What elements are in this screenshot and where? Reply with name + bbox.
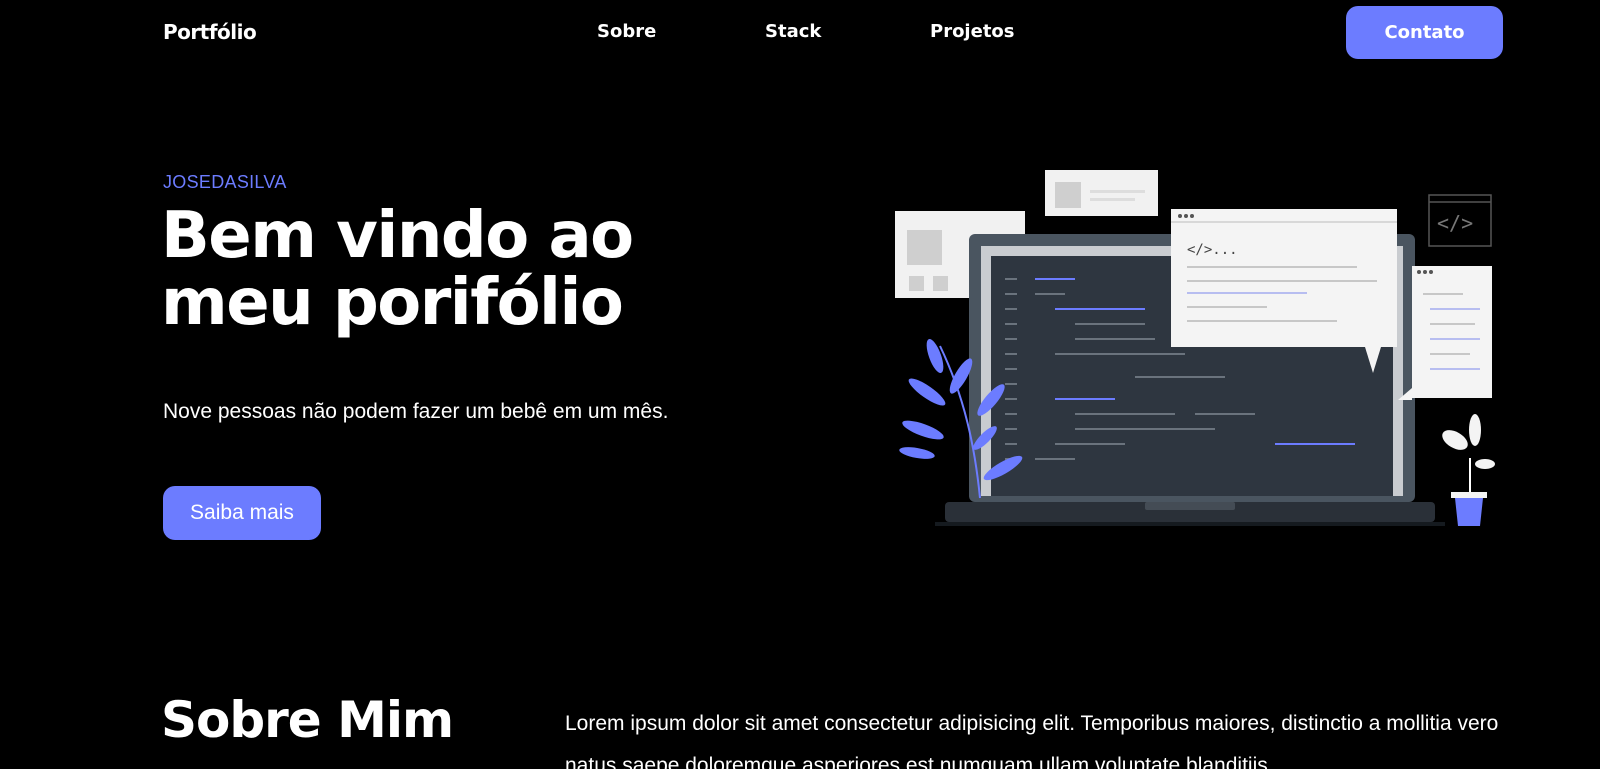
code-icon: </> [1428,194,1492,247]
top-navbar: Portfólio Sobre Stack Projetos Contato [0,0,1600,66]
nav-link-sobre[interactable]: Sobre [597,21,656,42]
about-text: Lorem ipsum dolor sit amet consectetur a… [565,712,1499,769]
contact-button[interactable]: Contato [1346,6,1503,59]
hero-eyebrow: JOSEDASILVA [163,172,287,192]
developer-laptop-illustration: </> </>... [895,170,1495,526]
learn-more-button[interactable]: Saiba mais [163,486,321,540]
code-card-right [1412,266,1492,398]
nav-link-stack[interactable]: Stack [765,21,821,42]
hero-subtitle: Nove pessoas não podem fazer um bebê em … [163,400,669,423]
code-popup-card [1171,209,1397,347]
nav-link-projetos[interactable]: Projetos [930,21,1015,42]
code-tag-text: </>... [1187,242,1238,258]
hero-title-line-1: Bem vindo ao [161,199,634,273]
svg-text:</>: </> [1437,211,1473,235]
hero-title-line-2: meu porifólio [161,266,624,340]
about-title: Sobre Mim [161,691,454,749]
hero-title: Bem vindo ao meu porifólio [161,203,721,337]
plant-pot-illustration [1442,414,1495,526]
brand-logo[interactable]: Portfólio [163,20,257,44]
page: Portfólio Sobre Stack Projetos Contato J… [0,0,1600,769]
